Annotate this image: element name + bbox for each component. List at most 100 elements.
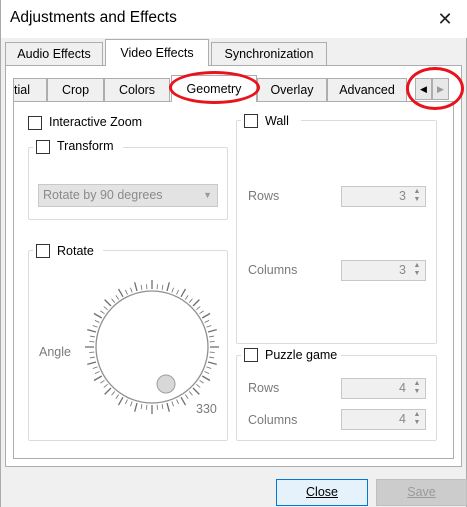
interactive-zoom-label: Interactive Zoom: [49, 115, 143, 129]
puzzle-columns-spinbox[interactable]: 4 ▲ ▼: [341, 409, 426, 430]
tab-audio-effects[interactable]: Audio Effects: [5, 42, 103, 65]
dial-tick: [117, 288, 124, 298]
dial-tick: [176, 289, 179, 295]
dial-tick: [134, 402, 138, 412]
dial-tick: [201, 375, 211, 382]
puzzle-columns-label: Columns: [248, 413, 298, 427]
dial-tick: [140, 284, 143, 290]
spin-arrows-icon[interactable]: ▲ ▼: [410, 188, 424, 205]
spin-up-icon[interactable]: ▲: [414, 262, 421, 269]
tab-audio-effects-label: Audio Effects: [17, 47, 91, 61]
dial-tick: [161, 404, 164, 410]
save-button[interactable]: Save: [376, 479, 467, 506]
dial-tick: [196, 306, 201, 311]
close-button-label: Close: [306, 485, 338, 499]
dial-tick: [161, 284, 164, 290]
tab-crop[interactable]: Crop: [47, 78, 104, 101]
puzzle-rows-spinbox[interactable]: 4 ▲ ▼: [341, 378, 426, 399]
dial-tick: [188, 391, 193, 396]
annotation-ellipse-scroll: [406, 67, 464, 110]
dial-tick: [207, 329, 217, 333]
annotation-ellipse-geometry: [169, 71, 260, 104]
dial-tick: [87, 361, 97, 365]
dial-tick: [103, 306, 108, 311]
spin-up-icon[interactable]: ▲: [414, 188, 421, 195]
dial-tick: [117, 396, 124, 406]
spin-up-icon[interactable]: ▲: [414, 411, 421, 418]
dial-tick: [171, 287, 174, 293]
dial-tick: [188, 298, 193, 303]
puzzle-label: Puzzle game: [265, 348, 338, 362]
wall-checkbox[interactable]: [244, 114, 258, 128]
puzzle-checkbox[interactable]: [244, 348, 258, 362]
dial-tick: [180, 396, 187, 406]
tab-colors[interactable]: Colors: [104, 78, 170, 101]
angle-label: Angle: [39, 345, 71, 359]
dial-tick: [125, 289, 128, 295]
tab-spatial[interactable]: tial: [13, 78, 47, 101]
dial-tick: [93, 312, 103, 319]
spin-arrows-icon[interactable]: ▲ ▼: [410, 380, 424, 397]
dial-face: [95, 290, 209, 404]
chevron-down-icon: ▼: [203, 190, 212, 200]
close-button[interactable]: Close: [276, 479, 368, 506]
dial-tick: [199, 379, 204, 384]
transform-label: Transform: [57, 139, 114, 153]
angle-dial[interactable]: [84, 279, 220, 415]
dial-tick: [184, 394, 189, 399]
dial-tick: [111, 298, 116, 303]
dial-tick: [199, 310, 204, 315]
window-close-icon[interactable]: ✕: [431, 6, 459, 32]
dial-tick: [100, 379, 105, 384]
wall-rows-spinbox[interactable]: 3 ▲ ▼: [341, 186, 426, 207]
dial-tick: [207, 361, 217, 365]
dial-tick: [180, 288, 187, 298]
dial-tick: [209, 335, 215, 338]
dial-tick: [94, 371, 100, 374]
spin-down-icon[interactable]: ▼: [414, 270, 421, 277]
dial-tick: [192, 387, 200, 395]
dial-knob[interactable]: [156, 374, 176, 394]
window-title: Adjustments and Effects: [10, 9, 177, 26]
dial-tick: [196, 383, 201, 388]
puzzle-rows-value: 4: [399, 381, 406, 395]
interactive-zoom-checkbox[interactable]: [28, 116, 42, 130]
tab-overlay[interactable]: Overlay: [257, 78, 327, 101]
tab-advanced-label: Advanced: [339, 83, 395, 97]
puzzle-rows-label: Rows: [248, 381, 280, 395]
spin-down-icon[interactable]: ▼: [414, 419, 421, 426]
wall-rows-label: Rows: [248, 189, 280, 203]
puzzle-columns-value: 4: [399, 412, 406, 426]
dial-tick: [134, 282, 138, 292]
dial-tick: [100, 310, 105, 315]
spin-up-icon[interactable]: ▲: [414, 380, 421, 387]
dial-tick: [130, 401, 133, 407]
dial-tick: [89, 335, 95, 338]
transform-checkbox[interactable]: [36, 140, 50, 154]
dial-tick: [140, 404, 143, 410]
rotate-checkbox[interactable]: [36, 244, 50, 258]
spin-down-icon[interactable]: ▼: [414, 388, 421, 395]
tab-advanced[interactable]: Advanced: [327, 78, 407, 101]
dial-tick: [166, 402, 170, 412]
dial-tick: [201, 312, 211, 319]
tab-synchronization[interactable]: Synchronization: [211, 42, 327, 65]
tab-video-effects-label: Video Effects: [120, 46, 194, 60]
spin-arrows-icon[interactable]: ▲ ▼: [410, 411, 424, 428]
dial-tick: [115, 295, 120, 300]
spin-arrows-icon[interactable]: ▲ ▼: [410, 262, 424, 279]
spin-down-icon[interactable]: ▼: [414, 196, 421, 203]
dial-tick: [125, 399, 128, 405]
dial-tick: [94, 320, 100, 323]
dial-tick: [184, 295, 189, 300]
save-button-label: Save: [407, 485, 436, 499]
transform-combo[interactable]: Rotate by 90 degrees ▼: [38, 184, 218, 207]
tab-video-effects[interactable]: Video Effects: [105, 39, 209, 66]
transform-combo-value: Rotate by 90 degrees: [43, 188, 163, 202]
wall-columns-spinbox[interactable]: 3 ▲ ▼: [341, 260, 426, 281]
wall-group: [236, 120, 437, 344]
dial-tick: [89, 356, 95, 359]
tab-synchronization-label: Synchronization: [224, 47, 314, 61]
dial-tick: [104, 387, 112, 395]
dial-tick: [171, 401, 174, 407]
